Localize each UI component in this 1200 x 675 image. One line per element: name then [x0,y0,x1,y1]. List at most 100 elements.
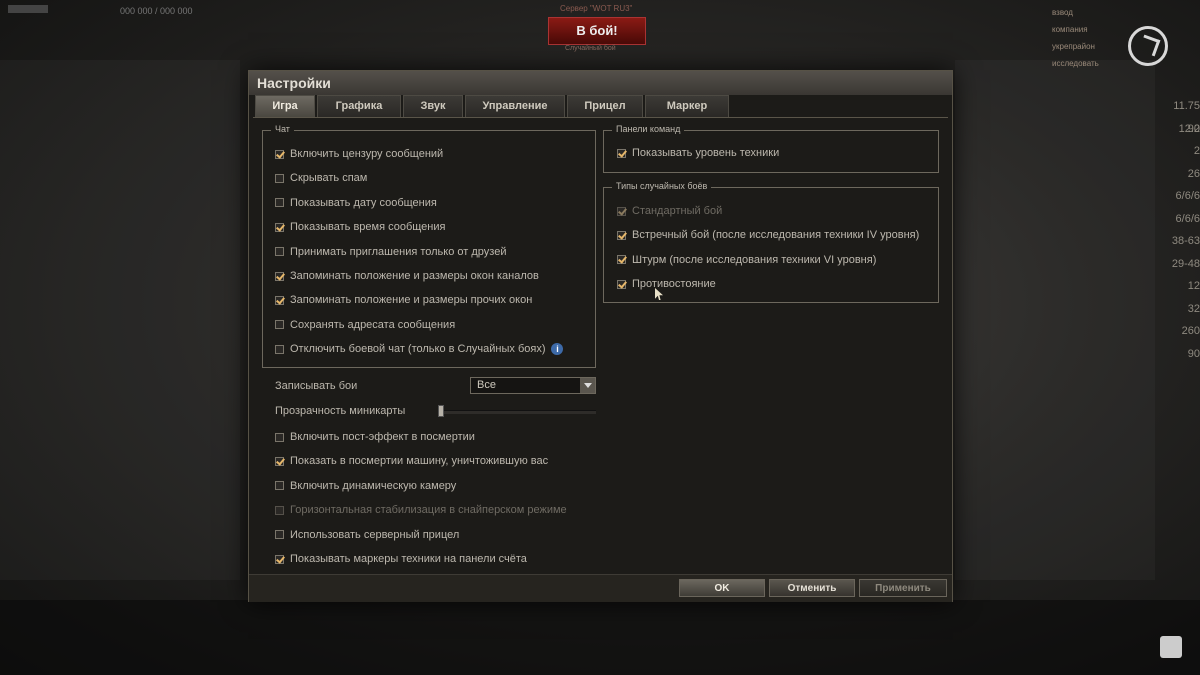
checkbox-row[interactable]: Противостояние [617,276,716,292]
checkbox[interactable] [275,320,284,330]
ok-button[interactable]: OK [679,579,765,597]
checkbox-label: Включить пост-эффект в посмертии [290,431,475,443]
checkbox-label: Включить цензуру сообщений [290,148,444,160]
stat-value: 29-48 [1171,257,1200,270]
checkbox[interactable] [275,530,284,540]
record-battles-select[interactable]: Все [470,377,596,394]
checkbox[interactable] [275,173,284,183]
checkbox[interactable] [275,247,284,257]
tank-stats-column: 11.75 12.2 90 2 26 6/6/6 6/6/6 38-63 29-48 12 32 2… [1150,95,1200,365]
tab-marker[interactable]: Маркер [645,95,729,117]
checkbox-row[interactable]: Запоминать положение и размеры прочих ок… [275,292,532,308]
checkbox-row[interactable]: Показывать маркеры техники на панели счё… [275,551,527,567]
stat-value: 32 [1187,302,1200,315]
checkbox-row[interactable]: Принимать приглашения только от друзей [275,244,506,260]
checkbox[interactable] [275,456,284,466]
team-panel-group-title: Панели команд [612,124,685,134]
checkbox-label: Показать в посмертии машину, уничтожившу… [290,455,549,468]
checkbox[interactable] [275,481,284,491]
checkbox[interactable] [275,149,284,159]
chat-group-title: Чат [271,124,294,134]
cancel-button[interactable]: Отменить [769,579,855,597]
battle-mode-select[interactable]: Случайный бой [565,45,616,52]
checkbox-row[interactable]: Горизонтальная стабилизация в снайперско… [275,502,567,518]
checkbox[interactable] [275,344,284,354]
background-left-wall [0,60,240,580]
checkbox-row[interactable]: Показать в посмертии машину, уничтожившу… [275,453,548,469]
platoon-menu-item[interactable]: укрепрайон [1052,38,1099,55]
checkbox-row[interactable]: Встречный бой (после исследования техник… [617,227,919,243]
settings-dialog: Настройки Игра Графика Звук Управление П… [248,70,953,602]
platoon-menu-item[interactable]: исследовать [1052,55,1099,72]
checkbox-label: Запоминать положение и размеры окон кана… [290,270,539,282]
stat-value: 12 [1187,280,1200,292]
checkbox-label: Противостояние [632,278,716,291]
tank-thumbnail-icon [8,5,48,13]
platoon-menu-item[interactable]: взвод [1052,4,1099,21]
tab-game[interactable]: Игра [255,95,315,117]
checkbox[interactable] [275,432,284,442]
wot-logo-icon [1160,636,1182,658]
stat-value: 26 [1187,167,1200,180]
wargaming-logo-icon [1128,26,1168,66]
checkbox-row[interactable]: Штурм (после исследования техники VI уро… [617,252,876,268]
checkbox-label: Запоминать положение и размеры прочих ок… [290,294,533,307]
record-battles-value: Все [477,379,496,391]
minimap-transparency-slider[interactable] [438,410,596,414]
checkbox-label: Горизонтальная стабилизация в снайперско… [290,504,567,517]
stat-value: 260 [1181,325,1200,337]
checkbox[interactable] [617,230,626,240]
checkbox-row[interactable]: Включить динамическую камеру [275,478,456,494]
checkbox-row[interactable]: Стандартный бой [617,203,722,219]
info-icon[interactable]: i [551,343,564,356]
platoon-menu-item[interactable]: компания [1052,21,1099,38]
checkbox-label: Принимать приглашения только от друзей [290,245,507,258]
apply-button[interactable]: Применить [859,579,947,597]
stat-value: 6/6/6 [1175,190,1200,202]
battle-button[interactable]: В бой! [548,17,646,45]
checkbox[interactable] [617,148,626,158]
stat-value: 11.75 12.2 [1173,100,1200,135]
tank-carousel [0,600,1200,675]
checkbox-label: Стандартный бой [632,205,723,217]
tab-sound[interactable]: Звук [403,95,463,117]
checkbox-row[interactable]: Показывать время сообщения [275,219,445,235]
checkbox-label: Штурм (после исследования техники VI уро… [632,253,877,266]
checkbox-label: Отключить боевой чат (только в Случайных… [290,343,546,356]
checkbox-row[interactable]: Запоминать положение и размеры окон кана… [275,268,539,284]
checkbox [275,505,284,515]
checkbox[interactable] [275,554,284,564]
checkbox-row[interactable]: Скрывать спам [275,170,367,186]
checkbox-row[interactable]: Включить пост-эффект в посмертии [275,429,475,445]
checkbox-label: Сохранять адресата сообщения [290,318,456,331]
checkbox-label: Показывать дату сообщения [290,196,437,209]
credits-text: 000 000 / 000 000 [120,6,193,16]
stat-value: 90 [1187,347,1200,360]
checkbox-label: Показывать время сообщения [290,221,446,234]
checkbox[interactable] [617,279,626,289]
battle-types-group-title: Типы случайных боёв [612,181,712,191]
tab-controls[interactable]: Управление [465,95,565,117]
checkbox [617,206,626,216]
checkbox[interactable] [275,295,284,305]
tab-sight[interactable]: Прицел [567,95,643,117]
checkbox-row[interactable]: Сохранять адресата сообщения [275,317,455,333]
checkbox-row[interactable]: Включить цензуру сообщений [275,146,443,162]
dialog-title: Настройки [249,71,952,95]
checkbox[interactable] [275,198,284,208]
checkbox-row[interactable]: Использовать серверный прицел [275,527,459,543]
checkbox[interactable] [275,271,284,281]
slider-handle[interactable] [438,405,444,417]
checkbox-row[interactable]: Показывать уровень техники [617,145,779,161]
tab-divider [253,117,948,118]
checkbox[interactable] [275,222,284,232]
record-battles-label: Записывать бои [275,380,358,392]
chevron-down-icon[interactable] [580,378,595,393]
checkbox-row[interactable]: Показывать дату сообщения [275,195,437,211]
checkbox-row[interactable]: Отключить боевой чат (только в Случайных… [275,341,564,357]
checkbox-label: Использовать серверный прицел [290,528,460,541]
settings-tabs: Игра Графика Звук Управление Прицел Марк… [255,95,731,117]
tab-graphics[interactable]: Графика [317,95,401,117]
checkbox[interactable] [617,255,626,265]
dialog-footer: OK Отменить Применить [249,574,952,602]
